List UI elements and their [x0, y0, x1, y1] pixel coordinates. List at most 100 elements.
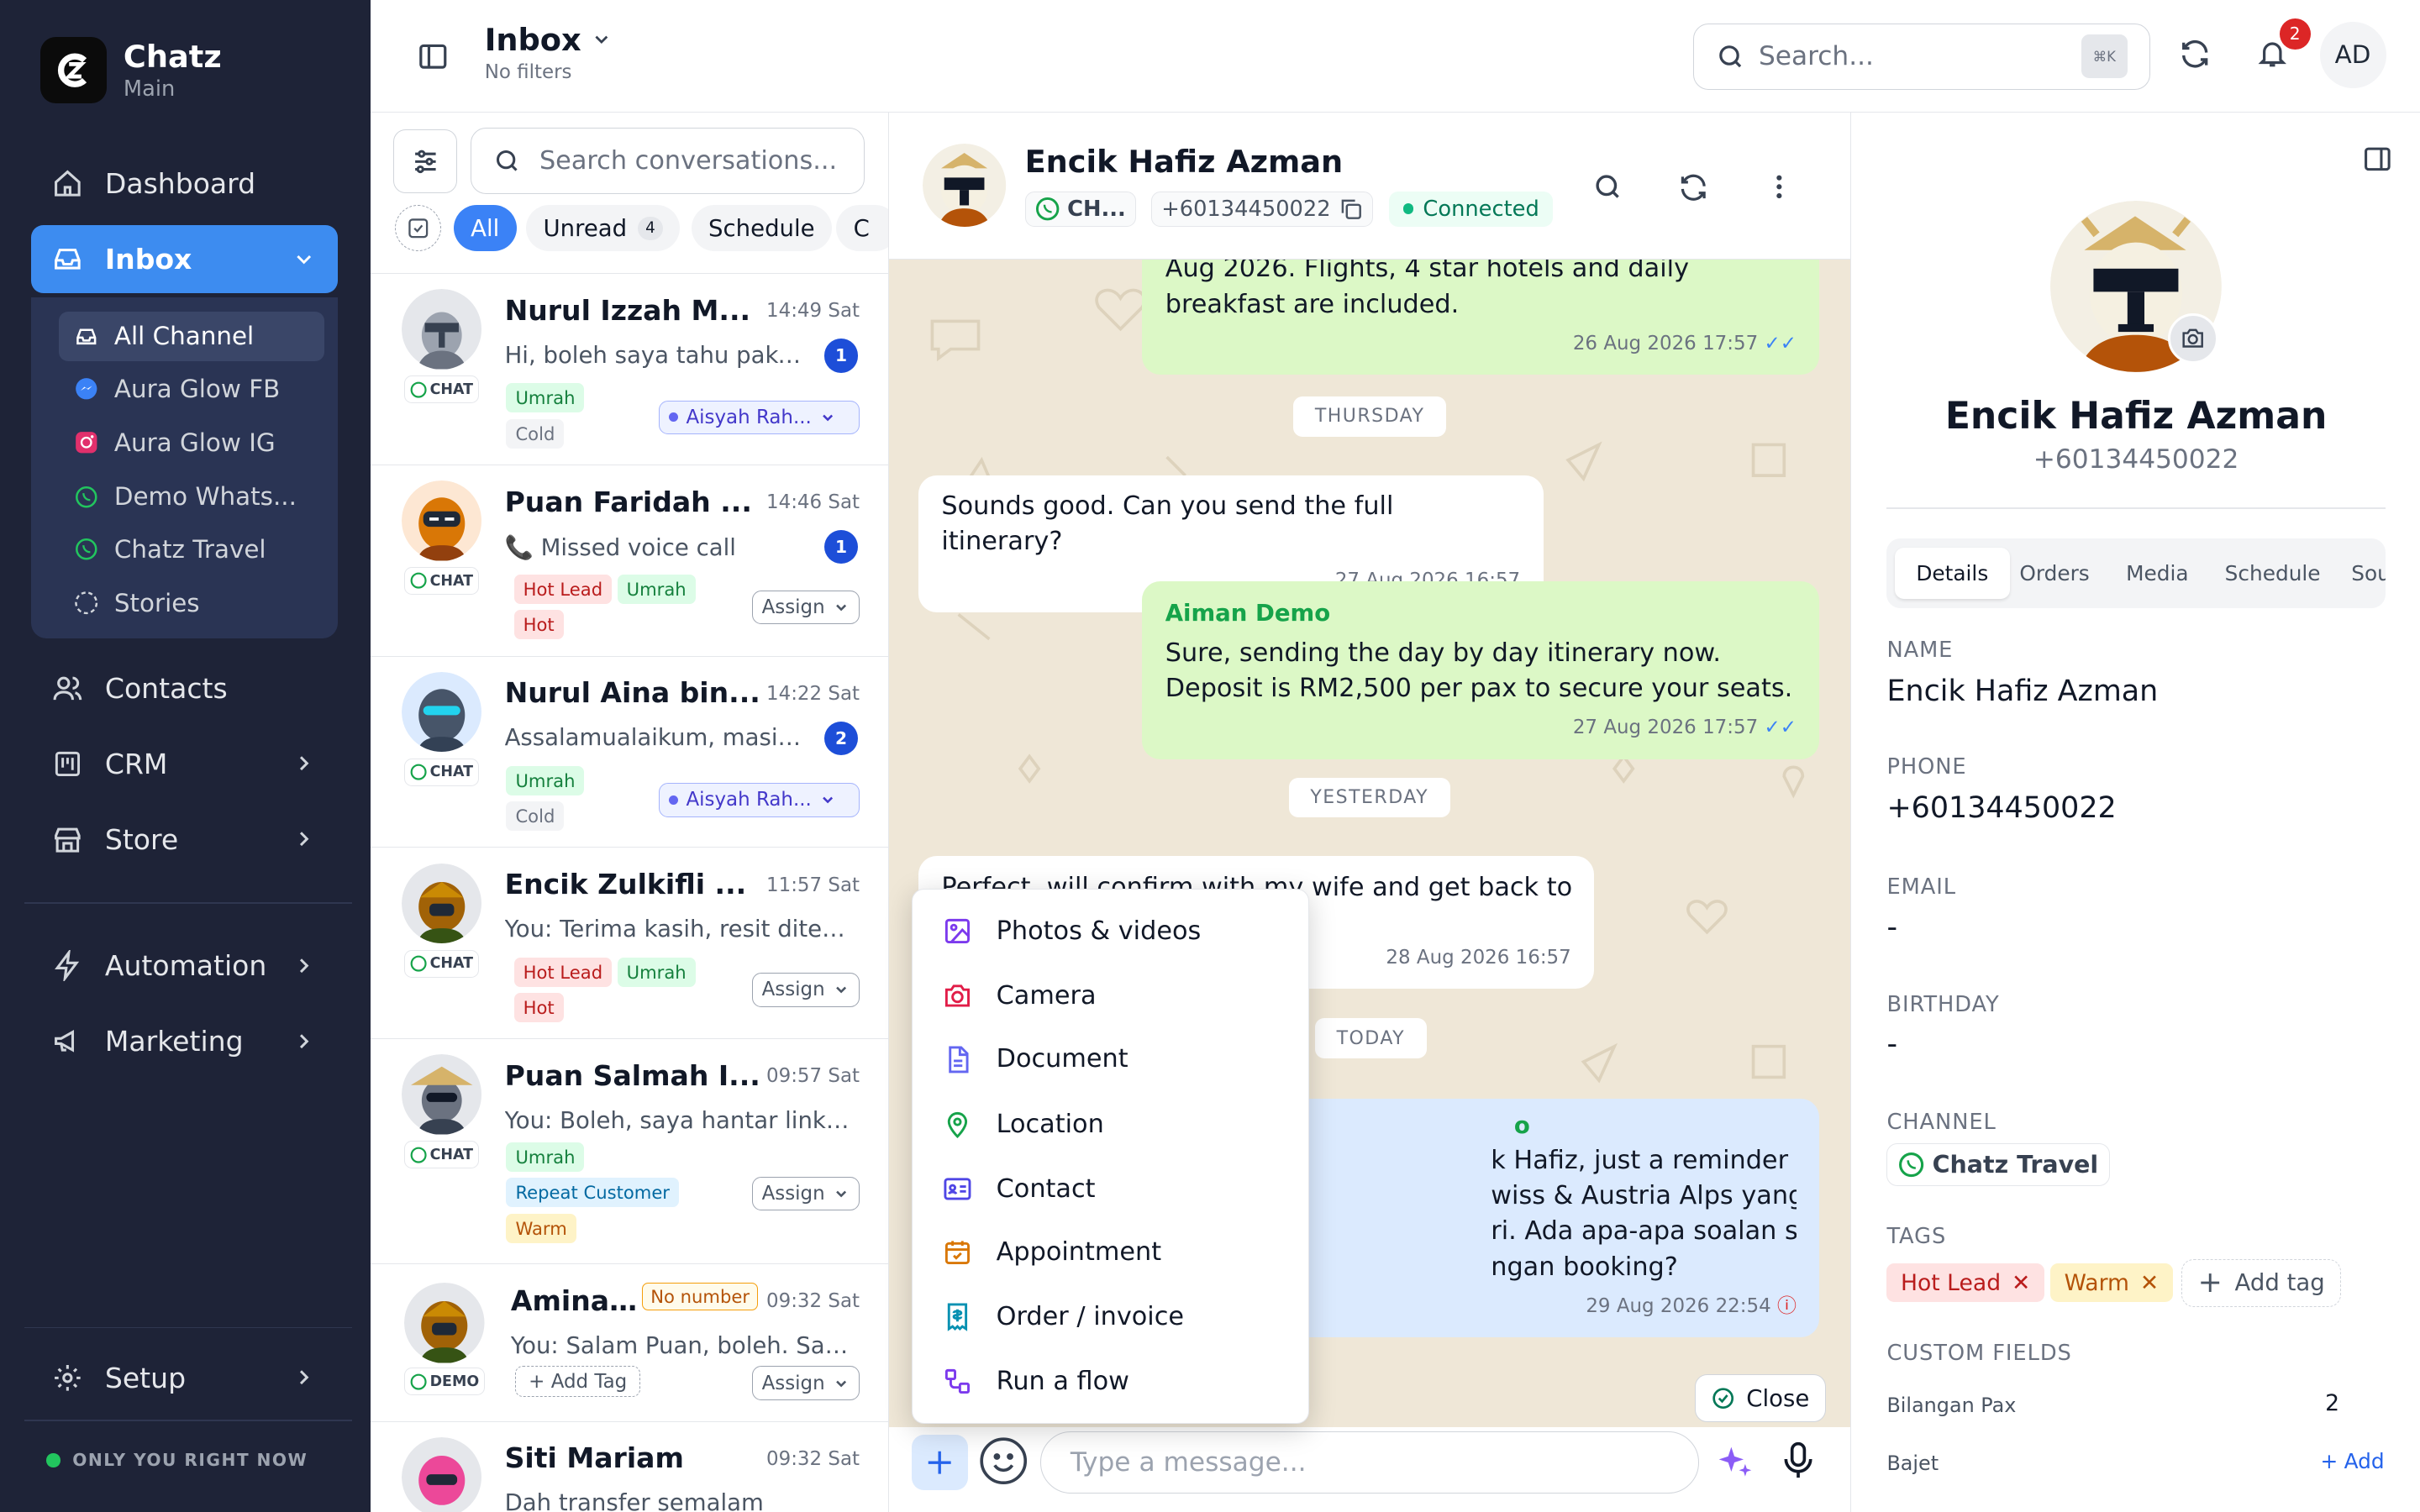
add-tag-button[interactable]: + Add tag — [2181, 1258, 2342, 1307]
nav-crm[interactable]: CRM — [31, 730, 339, 798]
conversation-item[interactable]: CHAT Nurul Izzah M... 14:49 Sat Hi, bole… — [370, 273, 888, 465]
assign-dropdown[interactable]: Assign — [751, 1366, 860, 1400]
message-preview: You: Salam Puan, boleh. Say... — [510, 1332, 850, 1360]
message-input[interactable]: Type a message... — [1039, 1431, 1700, 1494]
message-bubble-outgoing[interactable]: Aiman Demo Sure, sending the day by day … — [1142, 581, 1820, 759]
filter-button[interactable] — [393, 129, 457, 193]
plus-icon: + — [529, 1370, 545, 1393]
assigned-agent-dropdown[interactable]: Aisyah Rah... — [659, 783, 860, 817]
inbox-title-dropdown[interactable]: Inbox — [485, 22, 613, 58]
profile-tag: Hot Lead ✕ — [1886, 1263, 2044, 1303]
assigned-agent-dropdown[interactable]: Aisyah Rah... — [659, 400, 860, 435]
conversation-item[interactable]: CHAT Puan Faridah ... 14:46 Sat 📞 Missed… — [370, 464, 888, 656]
tab-details[interactable]: Details — [1894, 548, 2010, 599]
nav-store[interactable]: Store — [31, 806, 339, 874]
assign-dropdown[interactable]: Assign — [751, 1176, 860, 1210]
global-search-input[interactable]: Search... ⌘K — [1692, 23, 2150, 90]
panel-toggle-icon[interactable] — [2362, 144, 2393, 181]
assign-dropdown[interactable]: Assign — [751, 973, 860, 1007]
change-photo-button[interactable] — [2167, 312, 2219, 365]
nav-dashboard[interactable]: Dashboard — [31, 150, 339, 218]
close-conversation-button[interactable]: Close — [1694, 1374, 1826, 1423]
menu-item-camera[interactable]: Camera — [913, 969, 1309, 1024]
conversation-item[interactable]: CHAT Nurul Aina bin... 14:22 Sat Assalam… — [370, 655, 888, 848]
field-value-name[interactable]: Encik Hafiz Azman — [1886, 675, 2158, 708]
channel-name: Chatz Travel — [1932, 1151, 2099, 1179]
menu-item-order-invoice[interactable]: Order / invoice — [913, 1289, 1309, 1345]
menu-item-photos[interactable]: Photos & videos — [913, 903, 1309, 958]
select-all-checkbox[interactable] — [395, 205, 442, 252]
close-label: Close — [1746, 1384, 1810, 1412]
microphone-icon[interactable] — [1780, 1441, 1817, 1487]
channel-item-fb[interactable]: Aura Glow FB — [59, 364, 324, 413]
agent-name: Aisyah Rah... — [686, 406, 812, 428]
conversation-item[interactable]: Siti Mariam 09:32 Sat Dah transfer semal… — [370, 1420, 888, 1512]
user-avatar[interactable]: AD — [2319, 21, 2386, 88]
whatsapp-icon — [1035, 197, 1059, 221]
tab-source[interactable]: Sou — [2330, 548, 2385, 599]
conversation-item[interactable]: CHAT Puan Salmah I... 09:57 Sat You: Bol… — [370, 1038, 888, 1263]
conversation-item[interactable]: DEMO Amina... No number 09:32 Sat You: S… — [370, 1263, 888, 1420]
menu-item-location[interactable]: Location — [913, 1096, 1309, 1152]
copy-icon[interactable] — [1339, 197, 1363, 221]
menu-label: Appointment — [996, 1237, 1162, 1268]
channel-badge[interactable]: CH... — [1024, 191, 1136, 227]
assign-dropdown[interactable]: Assign — [751, 590, 860, 625]
channel-item-ig[interactable]: Aura Glow IG — [59, 418, 324, 468]
filter-pill-schedule[interactable]: Schedule — [691, 205, 832, 252]
nav-inbox[interactable]: Inbox — [30, 225, 339, 293]
nav-contacts[interactable]: Contacts — [31, 654, 339, 722]
top-header: Inbox No filters Search... ⌘K 2 AD — [370, 0, 2420, 113]
nav-marketing[interactable]: Marketing — [31, 1007, 339, 1075]
tab-orders[interactable]: Orders — [1998, 548, 2112, 599]
sidebar-divider — [24, 902, 352, 905]
profile-tag: Warm ✕ — [2050, 1263, 2173, 1303]
tag-badge: Warm — [506, 1213, 576, 1243]
add-label: Add — [2344, 1448, 2385, 1473]
channel-item-stories[interactable]: Stories — [59, 579, 324, 628]
menu-label: Document — [996, 1044, 1128, 1074]
field-value-birthday[interactable]: - — [1886, 1027, 1897, 1061]
brand[interactable]: Chatz Main — [39, 37, 222, 104]
channel-item-whatsapp-demo[interactable]: Demo Whats... — [59, 472, 324, 522]
calendar-icon — [941, 1235, 975, 1268]
tab-media[interactable]: Media — [2104, 548, 2210, 599]
search-icon[interactable] — [1592, 171, 1623, 208]
field-value-phone[interactable]: +60134450022 — [1886, 791, 2116, 825]
menu-item-document[interactable]: Document — [913, 1032, 1309, 1087]
add-tag-button[interactable]: + Add Tag — [515, 1366, 640, 1398]
contact-card-icon — [941, 1172, 975, 1205]
custom-field-value[interactable]: 2 — [2325, 1390, 2339, 1416]
menu-item-run-flow[interactable]: Run a flow — [913, 1354, 1309, 1410]
emoji-icon[interactable] — [977, 1435, 1029, 1493]
filter-pill-unread[interactable]: Unread 4 — [526, 205, 681, 252]
attach-button[interactable] — [912, 1435, 968, 1491]
add-custom-field-button[interactable]: + Add — [2321, 1449, 2385, 1473]
channel-item-chatz-travel[interactable]: Chatz Travel — [59, 524, 324, 574]
ai-sparkle-icon[interactable] — [1716, 1444, 1753, 1487]
channel-item-all[interactable]: All Channel — [58, 311, 324, 361]
tab-schedule[interactable]: Schedule — [2203, 548, 2342, 599]
nav-automation[interactable]: Automation — [31, 932, 339, 1000]
filter-pill-more[interactable]: C — [836, 205, 888, 252]
conversation-search-input[interactable]: Search conversations... — [471, 128, 865, 195]
sidebar-toggle-icon[interactable] — [417, 40, 450, 79]
profile-tabs: Details Orders Media Schedule Sou — [1886, 538, 2386, 608]
menu-item-appointment[interactable]: Appointment — [913, 1225, 1309, 1280]
contact-avatar[interactable] — [923, 143, 1007, 227]
menu-item-contact[interactable]: Contact — [913, 1161, 1309, 1216]
message-meta: 26 Aug 2026 17:57 ✓✓ — [1165, 326, 1797, 361]
timestamp: 09:32 Sat — [766, 1447, 860, 1470]
refresh-icon[interactable] — [2178, 37, 2212, 76]
field-value-email[interactable]: - — [1886, 911, 1897, 944]
remove-tag-icon[interactable]: ✕ — [2012, 1270, 2030, 1296]
more-vertical-icon[interactable] — [1764, 171, 1795, 208]
contact-name: Nurul Aina bin... — [504, 676, 760, 710]
workspace-name: Main — [123, 76, 176, 102]
refresh-icon[interactable] — [1677, 171, 1710, 210]
channel-label: CHAT — [429, 381, 474, 398]
filter-pill-all[interactable]: All — [453, 205, 517, 252]
conversation-item[interactable]: CHAT Encik Zulkifli ... 11:57 Sat You: T… — [370, 847, 888, 1038]
nav-setup[interactable]: Setup — [31, 1344, 339, 1412]
remove-tag-icon[interactable]: ✕ — [2140, 1270, 2159, 1296]
